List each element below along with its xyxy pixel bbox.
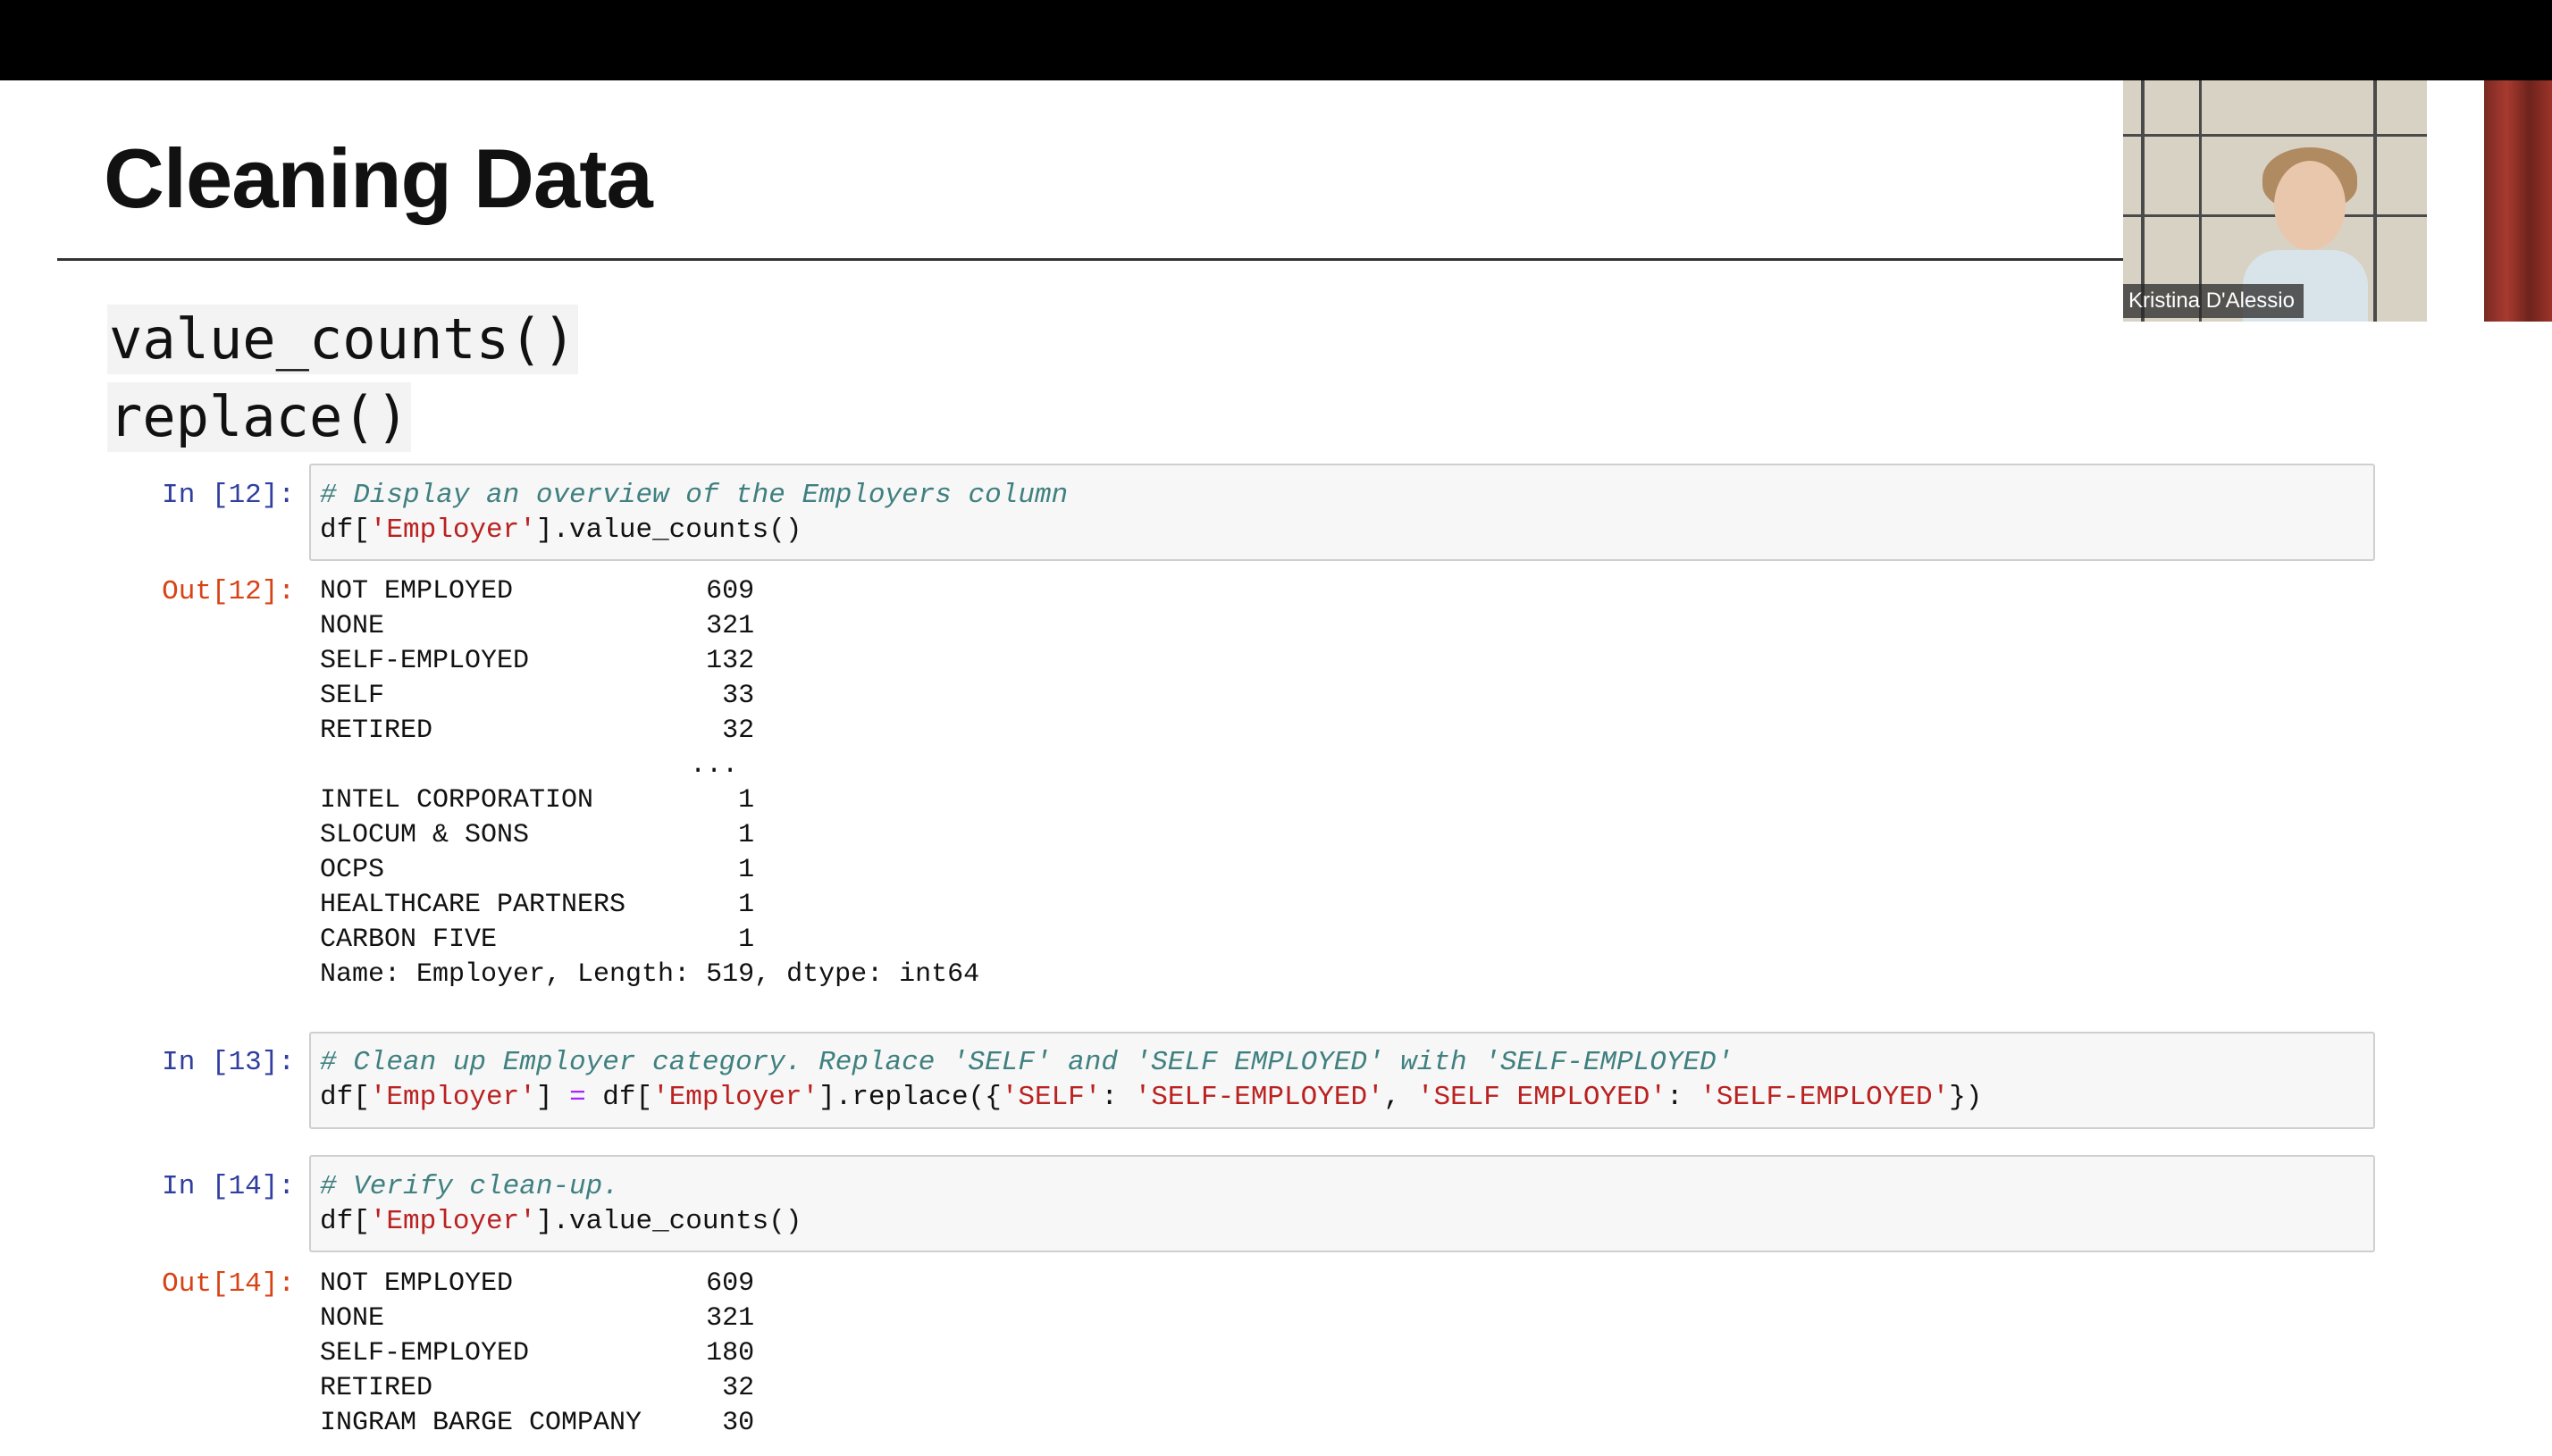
code-string: 'Employer' bbox=[369, 1206, 536, 1237]
code-string: 'SELF-EMPLOYED' bbox=[1700, 1082, 1950, 1113]
background-screen bbox=[2373, 80, 2377, 322]
code-cell-13-source[interactable]: # Clean up Employer category. Replace 'S… bbox=[320, 1045, 1982, 1115]
slide-title: Cleaning Data bbox=[104, 131, 653, 225]
background-screen bbox=[2123, 134, 2427, 137]
code-token: ].value_counts() bbox=[535, 1206, 802, 1237]
title-divider bbox=[57, 258, 2125, 261]
code-string: 'SELF' bbox=[1001, 1082, 1102, 1113]
code-token: }) bbox=[1949, 1082, 1983, 1113]
code-token: df[ bbox=[585, 1082, 653, 1113]
code-string: 'SELF-EMPLOYED' bbox=[1134, 1082, 1384, 1113]
code-token: ] bbox=[535, 1082, 570, 1113]
code-string: 'Employer' bbox=[369, 1082, 536, 1113]
code-string: 'Employer' bbox=[369, 515, 536, 546]
participant-name-label: Kristina D'Alessio bbox=[2123, 284, 2304, 318]
function-label-value-counts: value_counts() bbox=[107, 305, 578, 374]
code-string: 'Employer' bbox=[652, 1082, 819, 1113]
code-token: ].value_counts() bbox=[535, 515, 802, 546]
code-comment: # Display an overview of the Employers c… bbox=[320, 480, 1069, 511]
participant-face bbox=[2274, 161, 2346, 250]
out-prompt-12: Out[12]: bbox=[162, 576, 295, 607]
code-operator: = bbox=[569, 1082, 586, 1113]
output-14: NOT EMPLOYED 609 NONE 321 SELF-EMPLOYED … bbox=[320, 1268, 755, 1438]
code-token: df[ bbox=[320, 515, 370, 546]
code-token: ].replace({ bbox=[818, 1082, 1002, 1113]
in-prompt-12: In [12]: bbox=[162, 480, 295, 511]
in-prompt-14: In [14]: bbox=[162, 1171, 295, 1202]
code-token: : bbox=[1101, 1082, 1135, 1113]
function-label-replace: replace() bbox=[107, 382, 411, 452]
code-string: 'SELF EMPLOYED' bbox=[1416, 1082, 1666, 1113]
top-black-bar bbox=[0, 0, 2552, 80]
code-comment: # Clean up Employer category. Replace 'S… bbox=[320, 1047, 1734, 1078]
background-curtain bbox=[2484, 80, 2552, 322]
code-cell-12-source[interactable]: # Display an overview of the Employers c… bbox=[320, 478, 1068, 548]
output-12: NOT EMPLOYED 609 NONE 321 SELF-EMPLOYED … bbox=[320, 576, 980, 990]
code-token: : bbox=[1666, 1082, 1700, 1113]
code-token: , bbox=[1383, 1082, 1417, 1113]
in-prompt-13: In [13]: bbox=[162, 1047, 295, 1078]
out-prompt-14: Out[14]: bbox=[162, 1268, 295, 1300]
code-token: df[ bbox=[320, 1082, 370, 1113]
code-comment: # Verify clean-up. bbox=[320, 1171, 619, 1202]
code-cell-14-source[interactable]: # Verify clean-up. df['Employer'].value_… bbox=[320, 1169, 802, 1239]
code-token: df[ bbox=[320, 1206, 370, 1237]
